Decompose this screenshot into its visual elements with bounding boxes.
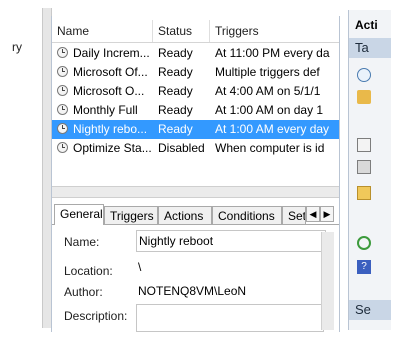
selected-item-section-header[interactable]: Se [349,300,391,320]
tab-general[interactable]: General [54,204,104,225]
tab-conditions[interactable]: Conditions [212,206,282,224]
tab-actions[interactable]: Actions [158,206,212,224]
column-header-triggers[interactable]: Triggers [210,20,339,42]
task-row[interactable]: Microsoft O... Ready At 4:00 AM on 5/1/1 [52,82,339,101]
task-status: Ready [158,84,193,98]
actions-section-header[interactable]: Ta [349,38,391,58]
task-name: Daily Increm... [73,46,150,60]
document-icon[interactable] [357,160,371,174]
tab-scroll-right-icon[interactable]: ▶ [320,206,334,222]
task-name: Microsoft Of... [73,65,148,79]
task-row-selected[interactable]: Nightly rebo... Ready At 1:00 AM every d… [52,120,339,139]
author-label: Author: [64,285,103,299]
create-task-icon[interactable] [357,90,371,104]
task-status: Ready [158,65,193,79]
help-icon[interactable]: ? [357,260,371,274]
folder-icon[interactable] [357,186,371,200]
task-status: Disabled [158,141,205,155]
actions-pane: Acti Ta ? Se [348,10,391,330]
actions-pane-title: Acti [355,18,378,32]
task-list-header: Name Status Triggers [52,20,339,43]
task-triggers: At 4:00 AM on 5/1/1 [215,84,321,98]
task-triggers: At 1:00 AM every day [215,122,330,136]
navigation-item-label[interactable]: ry [12,40,22,54]
task-name: Monthly Full [73,103,138,117]
clock-action-icon[interactable] [357,68,371,82]
general-tab-content: Name: Nightly reboot Location: \ Author:… [52,225,339,332]
task-row[interactable]: Monthly Full Ready At 1:00 AM on day 1 [52,101,339,120]
column-header-name[interactable]: Name [52,20,153,42]
details-scrollbar[interactable] [321,232,334,330]
task-name: Microsoft O... [73,84,145,98]
task-row[interactable]: Microsoft Of... Ready Multiple triggers … [52,63,339,82]
task-triggers: At 11:00 PM every da [215,46,330,60]
description-label: Description: [64,309,128,323]
task-triggers: At 1:00 AM on day 1 [215,103,324,117]
refresh-icon[interactable] [357,236,371,250]
location-label: Location: [64,264,113,278]
details-tab-strip: General Triggers Actions Conditions Set … [52,204,339,225]
clock-icon [57,66,68,77]
name-label: Name: [64,235,100,249]
clock-icon [57,85,68,96]
task-triggers: Multiple triggers def [215,65,320,79]
task-row[interactable]: Daily Increm... Ready At 11:00 PM every … [52,44,339,63]
tab-triggers[interactable]: Triggers [104,206,158,224]
description-field[interactable] [136,304,324,332]
task-scheduler-window: ry Name Status Triggers Daily Increm... … [0,0,396,342]
column-header-status[interactable]: Status [153,20,210,42]
navigation-pane: ry [6,22,43,326]
task-status: Ready [158,103,193,117]
tab-settings[interactable]: Set [282,206,306,224]
tab-scroll-left-icon[interactable]: ◀ [306,206,320,222]
location-value: \ [138,260,142,274]
author-value: NOTENQ8VM\LeoN [138,284,247,298]
task-name: Nightly rebo... [73,122,148,136]
name-value: Nightly reboot [139,234,214,248]
task-status: Ready [158,122,193,136]
list-icon[interactable] [357,138,371,152]
task-name: Optimize Sta... [73,141,152,155]
task-list-pane: Name Status Triggers Daily Increm... Rea… [51,16,340,332]
clock-icon [57,104,68,115]
horizontal-splitter[interactable] [52,186,339,198]
task-status: Ready [158,46,193,60]
clock-icon [57,123,68,134]
task-triggers: When computer is id [215,141,325,155]
clock-icon [57,47,68,58]
clock-icon [57,142,68,153]
task-row[interactable]: Optimize Sta... Disabled When computer i… [52,139,339,158]
name-field[interactable]: Nightly reboot [136,230,326,252]
